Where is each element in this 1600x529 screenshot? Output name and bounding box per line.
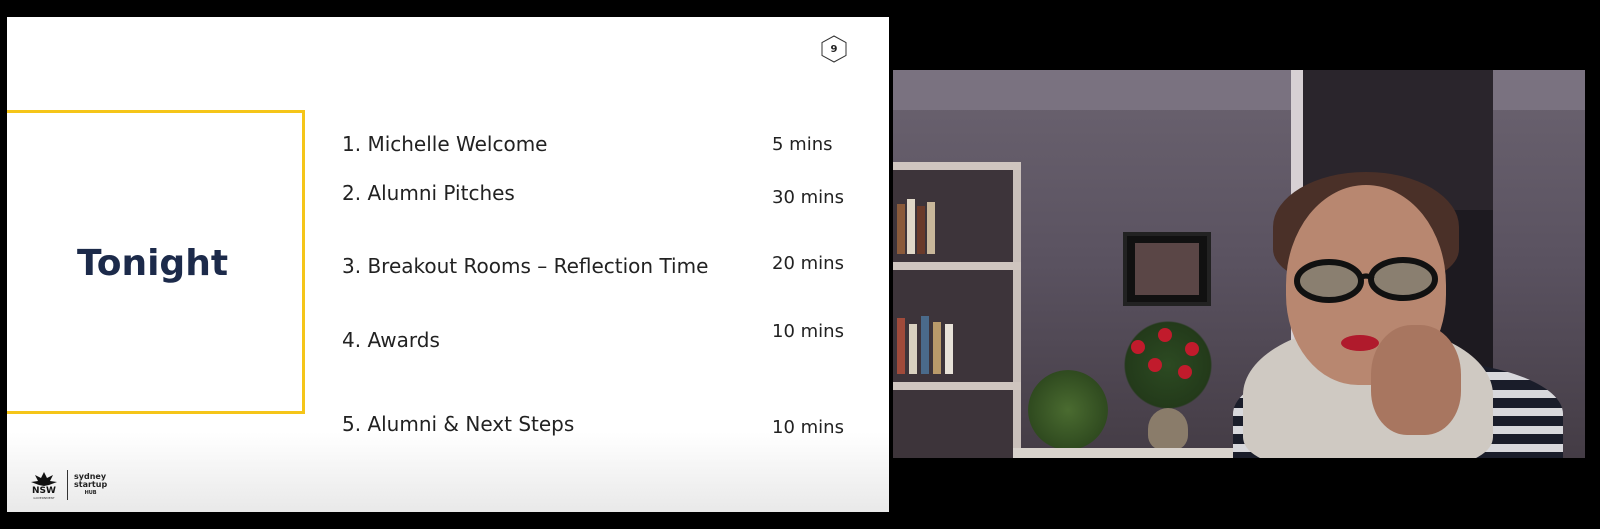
sponsor-logos: NSW GOVERNMENT sydney startup HUB [27, 468, 107, 502]
participant-video-feed[interactable] [893, 70, 1585, 458]
nsw-government-logo: NSW GOVERNMENT [27, 471, 61, 500]
presentation-slide: 9 Tonight 1. Michelle Welcome 5 mins 2. … [7, 17, 889, 512]
participant-hand [1371, 325, 1461, 435]
bookshelf [893, 162, 1021, 458]
slide-title: Tonight [76, 243, 229, 284]
agenda-duration: 30 mins [772, 187, 844, 208]
slide-footer-gradient [7, 432, 889, 512]
agenda-item: 5. Alumni & Next Steps [342, 412, 575, 436]
agenda-duration: 10 mins [772, 417, 844, 438]
agenda-item: 1. Michelle Welcome [342, 132, 548, 156]
agenda-item: 4. Awards [342, 328, 440, 352]
waratah-icon [31, 471, 57, 486]
agenda-item: 2. Alumni Pitches [342, 181, 515, 205]
slide-page-number: 9 [819, 34, 849, 64]
picture-frame [1123, 232, 1211, 306]
page-number-text: 9 [830, 43, 838, 55]
participant-mouth [1341, 335, 1379, 351]
agenda-duration: 20 mins [772, 253, 844, 274]
side-table [1013, 448, 1243, 458]
sydney-startup-hub-logo: sydney startup HUB [74, 472, 108, 497]
agenda-item: 3. Breakout Rooms – Reflection Time [342, 254, 709, 278]
title-box: Tonight [7, 110, 305, 414]
agenda-duration: 10 mins [772, 321, 844, 342]
glasses-icon [1294, 257, 1438, 303]
potted-plant [1028, 370, 1108, 450]
vase [1148, 408, 1188, 450]
logo-divider [67, 470, 68, 500]
agenda-duration: 5 mins [772, 134, 833, 155]
rose-bouquet [1113, 320, 1223, 410]
